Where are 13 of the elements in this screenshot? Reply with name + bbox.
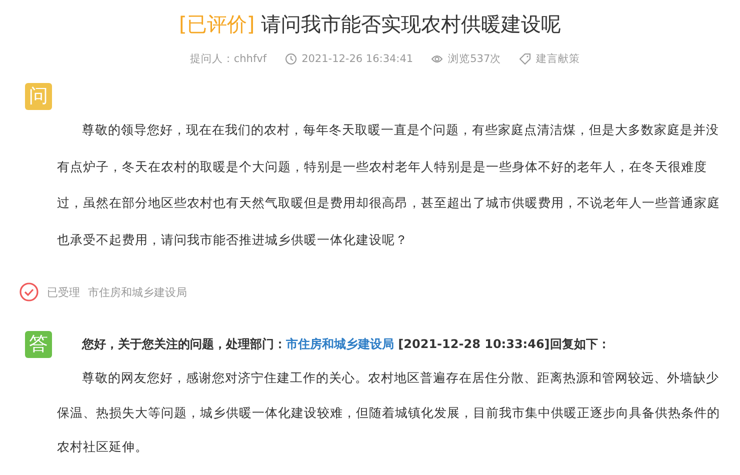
asker-label: 提问人：chhfvf [190, 52, 267, 66]
meta-text: 建言献策 [536, 52, 580, 66]
meta-text: 浏览537次 [448, 52, 502, 66]
status-label: 已受理 [47, 284, 80, 300]
answer-heading: 您好，关于您关注的问题，处理部门：市住房和城乡建设局 [2021-12-28 10:33:46]回复如下： [82, 336, 610, 353]
department-link[interactable]: 市住房和城乡建设局 [286, 337, 394, 351]
question-text: 尊敬的领导您好，现在在我们的农村，每年冬天取暖一直是个问题，有些家庭点清洁煤，但是大多数家庭是并没有点炉子，冬天在农村的取暖是个大问题，特别是一些农村老年人特别是是一些身体不好的老年人，在冬天很难度过，虽然在部分地区些农村也有天然气取暖但是费用却很高昂，甚至超出了城市供暖费用，不说老年人一些普通家庭也承受不起费用，请问我市能否推进城乡供暖一体化建设呢？ [57, 121, 721, 248]
answer-badge: 答 [25, 331, 52, 358]
page-title: [已评价] 请问我市能否实现农村供暖建设呢 [178, 11, 562, 38]
answer-text: 尊敬的网友您好，感谢您对济宁住建工作的关心。农村地区普遍存在居住分散、距离热源和管网较远、外墙缺少保温、热损失大等问题，城乡供暖一体化建设较难，但随着城镇化发展，目前我市集中供暖正逐步向具备供热条件的农村社区延伸。 [57, 369, 721, 456]
question-badge: 问 [25, 83, 52, 110]
meta-text: 2021-12-26 16:34:41 [302, 53, 414, 65]
department-label: 市住房和城乡建设局 [88, 284, 187, 300]
